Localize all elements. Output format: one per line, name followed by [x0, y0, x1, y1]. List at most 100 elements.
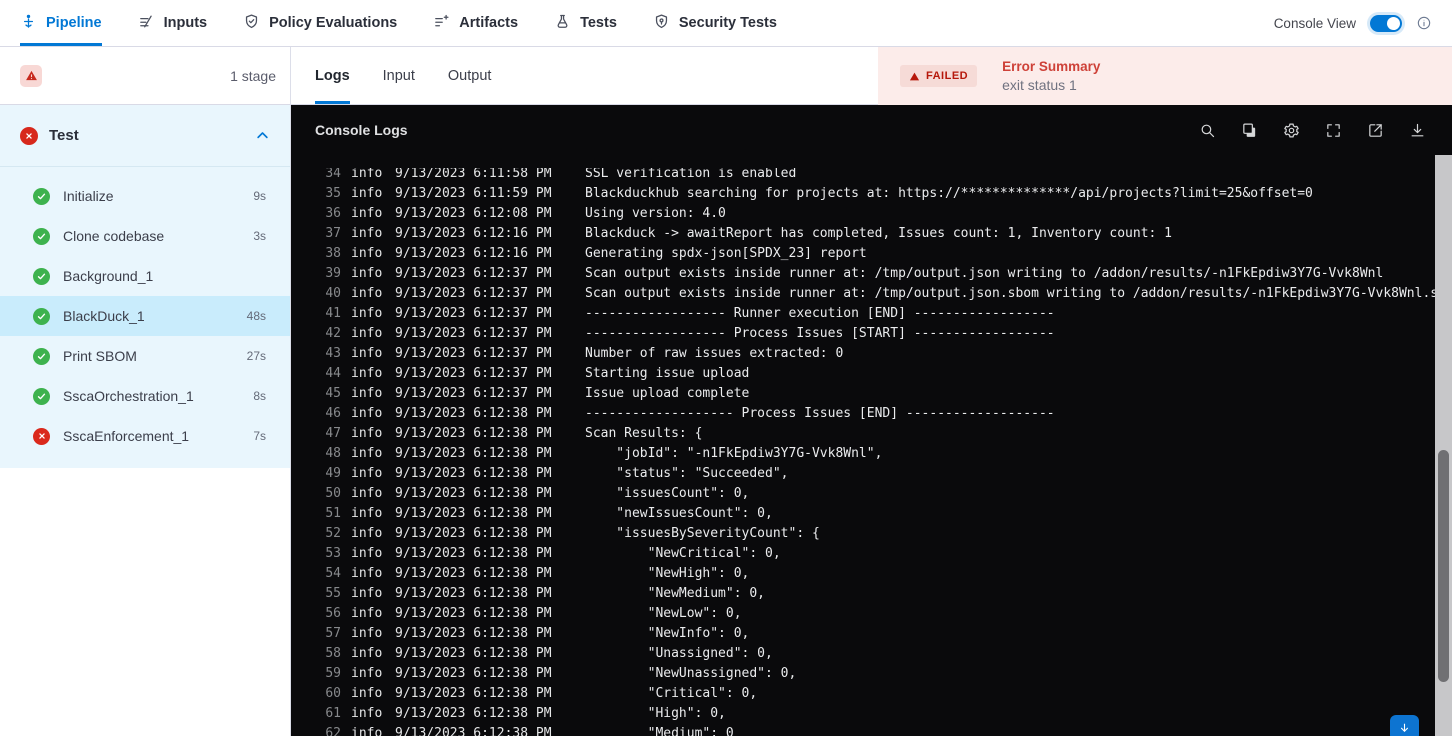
- log-line-number: 50: [325, 485, 341, 501]
- copy-icon[interactable]: [1241, 122, 1258, 139]
- log-viewport[interactable]: 34 info 9/13/2023 6:11:58 PM SSL verific…: [291, 168, 1435, 736]
- shield-check-icon: [243, 13, 260, 34]
- tab-label: Tests: [580, 15, 617, 31]
- log-message: "Unassigned": 0,: [585, 645, 773, 661]
- log-level: info: [351, 545, 383, 561]
- log-level: info: [351, 325, 383, 341]
- tab-artifacts[interactable]: Artifacts: [433, 0, 518, 46]
- stage-count: 1 stage: [230, 67, 276, 84]
- stage-header-test[interactable]: Test: [0, 105, 290, 167]
- info-icon[interactable]: [1416, 15, 1432, 31]
- fullscreen-icon[interactable]: [1325, 122, 1342, 139]
- log-line: 56 info 9/13/2023 6:12:38 PM "NewLow": 0…: [291, 603, 1435, 623]
- search-icon[interactable]: [1199, 122, 1216, 139]
- log-line: 47 info 9/13/2023 6:12:38 PM Scan Result…: [291, 423, 1435, 443]
- log-level: info: [351, 425, 383, 441]
- log-timestamp: 9/13/2023 6:12:38 PM: [395, 665, 552, 681]
- arrow-down-icon: [1400, 723, 1409, 732]
- step-row[interactable]: Print SBOM 27s: [0, 336, 290, 376]
- log-level: info: [351, 605, 383, 621]
- step-row[interactable]: BlackDuck_1 48s: [0, 296, 290, 336]
- log-message: "Medium": 0: [585, 725, 734, 736]
- console-header: Console Logs: [291, 105, 1452, 155]
- log-line: 62 info 9/13/2023 6:12:38 PM "Medium": 0: [291, 723, 1435, 736]
- main-panel: Logs Input Output FAILED Error Summary e…: [291, 47, 1452, 736]
- step-row[interactable]: SscaEnforcement_1 7s: [0, 416, 290, 456]
- tab-label: Policy Evaluations: [269, 15, 398, 31]
- log-level: info: [351, 385, 383, 401]
- log-timestamp: 9/13/2023 6:12:37 PM: [395, 285, 552, 301]
- step-row[interactable]: Initialize 9s: [0, 176, 290, 216]
- open-in-new-icon[interactable]: [1367, 122, 1384, 139]
- step-duration: 3s: [253, 229, 266, 243]
- log-line: 59 info 9/13/2023 6:12:38 PM "NewUnassig…: [291, 663, 1435, 683]
- download-icon[interactable]: [1409, 122, 1426, 139]
- settings-icon[interactable]: [1283, 122, 1300, 139]
- log-level: info: [351, 445, 383, 461]
- log-message: Blackduck -> awaitReport has completed, …: [585, 225, 1172, 241]
- log-message: "NewLow": 0,: [585, 605, 742, 621]
- log-line: 43 info 9/13/2023 6:12:37 PM Number of r…: [291, 343, 1435, 363]
- log-message: Scan Results: {: [585, 425, 703, 441]
- step-row[interactable]: Background_1: [0, 256, 290, 296]
- log-line-number: 44: [325, 365, 341, 381]
- log-line: 53 info 9/13/2023 6:12:38 PM "NewCritica…: [291, 543, 1435, 563]
- step-row[interactable]: SscaOrchestration_1 8s: [0, 376, 290, 416]
- console-view-label: Console View: [1273, 15, 1356, 31]
- tab-policy-evaluations[interactable]: Policy Evaluations: [243, 0, 397, 46]
- scroll-to-bottom-button[interactable]: [1390, 715, 1419, 736]
- log-line-number: 48: [325, 445, 341, 461]
- tab-security-tests[interactable]: Security Tests: [653, 0, 777, 46]
- artifacts-icon: [433, 13, 450, 34]
- log-message: "issuesCount": 0,: [585, 485, 750, 501]
- console-scrollbar[interactable]: [1435, 155, 1452, 736]
- tab-inputs[interactable]: Inputs: [138, 0, 207, 46]
- main-tabs-row: Logs Input Output FAILED Error Summary e…: [291, 47, 1452, 105]
- log-line-number: 52: [325, 525, 341, 541]
- log-line-number: 58: [325, 645, 341, 661]
- error-summary-panel: FAILED Error Summary exit status 1: [878, 47, 1452, 105]
- log-timestamp: 9/13/2023 6:12:38 PM: [395, 445, 552, 461]
- pipeline-icon: [20, 13, 37, 34]
- tab-logs[interactable]: Logs: [315, 47, 350, 104]
- inputs-icon: [138, 13, 155, 34]
- error-text: Error Summary exit status 1: [1002, 59, 1100, 93]
- log-line: 60 info 9/13/2023 6:12:38 PM "Critical":…: [291, 683, 1435, 703]
- log-timestamp: 9/13/2023 6:11:58 PM: [395, 168, 552, 181]
- log-line-number: 53: [325, 545, 341, 561]
- stage-block: Test Initialize 9s Clone codebase 3s Bac…: [0, 105, 290, 468]
- log-message: "NewInfo": 0,: [585, 625, 750, 641]
- tab-pipeline[interactable]: Pipeline: [20, 0, 102, 46]
- log-tabs: Logs Input Output: [291, 47, 878, 105]
- log-line-number: 39: [325, 265, 341, 281]
- log-level: info: [351, 285, 383, 301]
- log-line-number: 61: [325, 705, 341, 721]
- log-timestamp: 9/13/2023 6:12:38 PM: [395, 705, 552, 721]
- log-message: Scan output exists inside runner at: /tm…: [585, 285, 1435, 301]
- step-duration: 8s: [253, 389, 266, 403]
- tab-label: Pipeline: [46, 15, 102, 31]
- log-timestamp: 9/13/2023 6:12:38 PM: [395, 505, 552, 521]
- console-toolbar: [1199, 122, 1426, 139]
- log-line: 34 info 9/13/2023 6:11:58 PM SSL verific…: [291, 168, 1435, 183]
- log-list: 34 info 9/13/2023 6:11:58 PM SSL verific…: [291, 168, 1435, 736]
- scrollbar-thumb[interactable]: [1438, 450, 1449, 682]
- console-title: Console Logs: [315, 122, 408, 138]
- log-line: 35 info 9/13/2023 6:11:59 PM Blackduckhu…: [291, 183, 1435, 203]
- log-timestamp: 9/13/2023 6:12:38 PM: [395, 525, 552, 541]
- log-line-number: 54: [325, 565, 341, 581]
- error-summary-title: Error Summary: [1002, 59, 1101, 74]
- console-view-toggle[interactable]: [1370, 14, 1402, 32]
- tab-input[interactable]: Input: [383, 47, 415, 104]
- log-level: info: [351, 485, 383, 501]
- log-level: info: [351, 405, 383, 421]
- step-status-icon: [33, 187, 50, 205]
- tab-tests[interactable]: Tests: [554, 0, 617, 46]
- step-row[interactable]: Clone codebase 3s: [0, 216, 290, 256]
- log-line: 45 info 9/13/2023 6:12:37 PM Issue uploa…: [291, 383, 1435, 403]
- log-timestamp: 9/13/2023 6:12:37 PM: [395, 305, 552, 321]
- tab-output[interactable]: Output: [448, 47, 492, 104]
- error-summary-message: exit status 1: [1002, 77, 1077, 93]
- log-timestamp: 9/13/2023 6:12:38 PM: [395, 425, 552, 441]
- log-line: 41 info 9/13/2023 6:12:37 PM -----------…: [291, 303, 1435, 323]
